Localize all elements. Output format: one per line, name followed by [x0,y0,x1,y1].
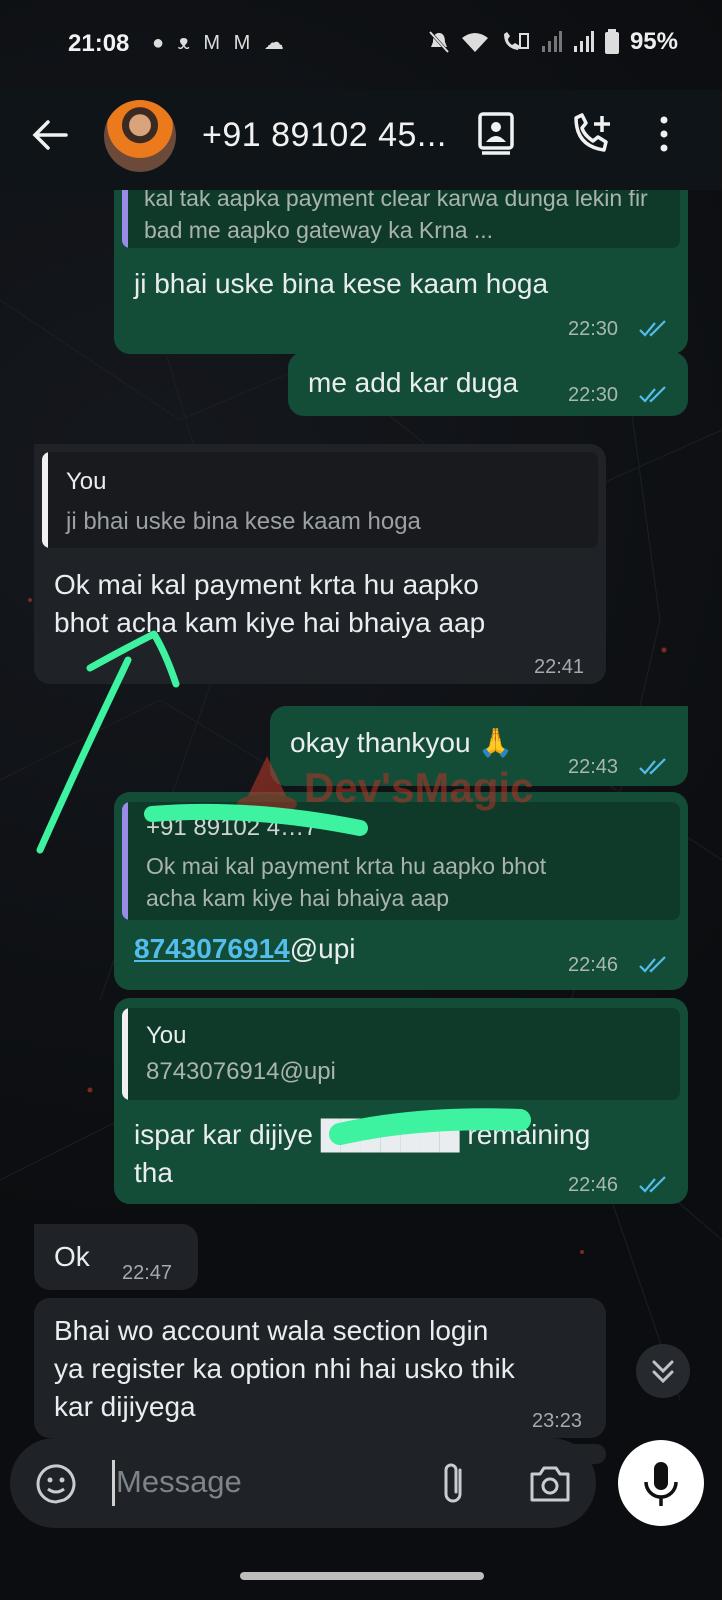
read-ticks-icon [639,758,666,775]
wizard-hat-icon [237,756,297,814]
notification-icons: ● ᴥ M M ☁ [152,30,288,55]
mic-button[interactable] [618,1440,704,1526]
quote-text: kal tak aapka payment clear karwa dunga … [144,185,648,243]
back-arrow-icon[interactable] [28,114,70,156]
quote-author: You [66,468,107,495]
gmail-icon: M [233,32,255,54]
message-text: Ok [54,1241,90,1272]
message-time: 23:23 [532,1410,583,1432]
message-time: 22:46 [568,1174,619,1196]
read-ticks-icon [639,1176,666,1193]
signal-icon [573,31,594,52]
message-bubble-outgoing[interactable]: me add kar duga 22:30 [288,352,688,416]
gesture-nav-bar [0,1554,722,1600]
watermark: Dev'sMagic [236,752,566,822]
message-bubble-incoming[interactable]: Bhai wo account wala section login ya re… [34,1298,606,1438]
wifi-icon [461,33,488,52]
message-text-line: tha [134,1157,173,1188]
quoted-message[interactable]: You ji bhai uske bina kese kaam hoga [42,452,598,548]
mic-icon [644,1462,678,1506]
contact-card-icon[interactable] [474,110,518,158]
gmail-icon: M [203,32,225,54]
message-bubble-incoming[interactable]: Ok 22:47 [34,1224,198,1290]
message-text: me add kar duga [308,367,519,398]
quote-text: ji bhai uske bina kese kaam hoga [66,508,421,535]
contact-name[interactable]: +91 89102 45... [202,116,447,155]
upi-suffix: @upi [289,933,356,964]
quote-text-line: Ok mai kal payment krta hu aapko bhot [146,853,547,879]
message-text: 8743076914@upi [134,930,356,967]
camera-icon[interactable] [528,1464,572,1504]
scroll-down-icon [652,1360,674,1384]
message-input[interactable]: Message [116,1464,416,1504]
read-ticks-icon [639,956,666,973]
signal-icon [541,31,562,52]
message-text-line: Bhai wo account wala section login [54,1315,489,1346]
message-text-line: bhot acha kam kiye hai bhaiya aap [54,607,486,638]
chat-icon: ● [152,32,169,54]
message-bubble-outgoing[interactable]: kal tak aapka payment clear karwa dunga … [114,170,688,354]
watermark-text: Dev'sMagic [304,764,534,811]
quoted-message[interactable]: You 8743076914@upi [122,1008,680,1100]
missed-call-icon: ᴥ [177,32,194,54]
message-time: 22:43 [568,756,619,778]
message-composer[interactable]: Message [10,1438,596,1528]
mute-icon [428,30,450,54]
text-caret [112,1460,115,1506]
upi-link[interactable]: 8743076914 [134,933,290,964]
read-ticks-icon [639,386,666,403]
contact-avatar[interactable] [104,100,176,172]
message-time: 22:30 [568,318,619,340]
message-bubble-incoming[interactable]: You ji bhai uske bina kese kaam hoga Ok … [34,444,606,684]
message-bubble-outgoing[interactable]: You 8743076914@upi ispar kar dijiye ████… [114,998,688,1204]
scroll-down-button[interactable] [636,1344,690,1398]
read-ticks-icon [639,320,666,337]
more-options-icon[interactable] [652,110,676,158]
message-time: 22:41 [534,656,585,678]
add-call-icon[interactable] [570,110,614,158]
message-text-line: ya register ka option nhi hai usko thik [54,1353,515,1384]
message-text-line: ispar kar dijiye ███████ remaining [134,1119,591,1150]
status-right: 95% [428,28,678,56]
quote-author: You [146,1022,187,1049]
message-text-line: kar dijiyega [54,1391,196,1422]
quote-bar [42,452,48,548]
header-layer: +91 89102 45... [0,90,722,190]
battery-icon [604,29,619,54]
message-text-line: Ok mai kal payment krta hu aapko [54,569,479,600]
message-time: 22:30 [568,384,619,406]
quote-text-line: acha kam kiye hai bhaiya aap [146,885,450,911]
cloud-icon: ☁ [263,32,288,54]
volte-icon [503,32,529,50]
message-time: 22:47 [122,1262,173,1284]
attach-icon[interactable] [438,1460,474,1508]
message-time: 22:46 [568,954,619,976]
battery-percent: 95% [629,28,678,55]
message-text: ji bhai uske bina kese kaam hoga [134,268,549,299]
status-time: 21:08 [68,30,130,57]
status-bar: 21:08 ● ᴥ M M ☁ 95% [0,0,722,90]
home-indicator[interactable] [240,1572,484,1580]
quote-bar [122,1008,128,1100]
quote-text: 8743076914@upi [146,1058,336,1085]
quote-bar [122,802,128,920]
sticker-icon[interactable] [34,1462,78,1506]
